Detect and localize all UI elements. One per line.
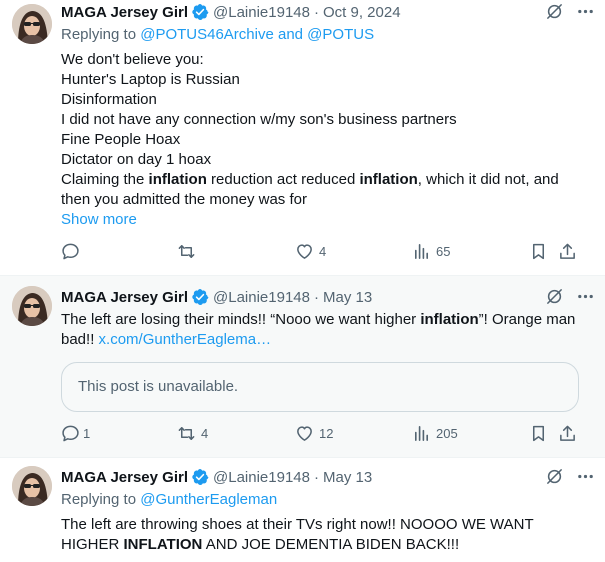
tweet-1[interactable]: MAGA Jersey Girl @Lainie19148 · Oct 9, 2… <box>0 0 605 276</box>
repost-button[interactable]: 4 <box>177 424 208 443</box>
verified-badge-icon[interactable] <box>191 3 209 21</box>
external-link[interactable]: x.com/GuntherEaglema… <box>99 331 272 348</box>
show-more-link[interactable]: Show more <box>61 210 591 230</box>
tweet-2[interactable]: MAGA Jersey Girl @Lainie19148 · May 13 T… <box>0 276 605 458</box>
action-bar: 4 65 <box>61 242 587 262</box>
grok-icon[interactable] <box>545 2 564 21</box>
header-actions <box>545 2 595 21</box>
text-line: I did not have any connection w/my son's… <box>61 111 457 128</box>
tweet-header: MAGA Jersey Girl @Lainie19148 · May 13 <box>61 467 605 487</box>
like-button[interactable]: 4 <box>295 242 326 261</box>
author-name[interactable]: MAGA Jersey Girl <box>61 469 188 486</box>
text-line: We don't believe you: <box>61 51 204 68</box>
text-line: Fine People Hoax <box>61 131 181 148</box>
separator-dot: · <box>313 3 319 21</box>
share-icon <box>558 242 577 261</box>
view-count: 205 <box>436 426 458 441</box>
text-segment: Claiming the <box>61 171 149 188</box>
text-line: Disinformation <box>61 91 157 108</box>
tweet-header: MAGA Jersey Girl @Lainie19148 · May 13 <box>61 287 605 307</box>
tweet-text: The left are throwing shoes at their TVs… <box>61 515 561 555</box>
text-segment: , which it did not, and <box>417 171 559 188</box>
like-button[interactable]: 12 <box>295 424 333 443</box>
author-handle[interactable]: @Lainie19148 <box>213 4 310 21</box>
verified-badge-icon[interactable] <box>191 468 209 486</box>
share-icon <box>558 424 577 443</box>
reply-icon <box>61 424 80 443</box>
share-button[interactable] <box>558 424 577 443</box>
avatar[interactable] <box>12 466 52 506</box>
more-icon[interactable] <box>576 287 595 306</box>
tweet-text: The left are losing their minds!! “Nooo … <box>61 310 591 350</box>
bookmark-button[interactable] <box>529 424 548 443</box>
more-icon[interactable] <box>576 2 595 21</box>
tweet-date[interactable]: May 13 <box>323 289 372 306</box>
like-icon <box>295 424 314 443</box>
bookmark-button[interactable] <box>529 242 548 261</box>
repost-button[interactable] <box>177 242 201 261</box>
repost-count: 4 <box>201 426 209 441</box>
timeline-feed: MAGA Jersey Girl @Lainie19148 · Oct 9, 2… <box>0 0 605 562</box>
highlighted-term: inflation <box>148 171 207 188</box>
views-icon <box>412 242 431 261</box>
author-name[interactable]: MAGA Jersey Girl <box>61 289 188 306</box>
text-line: Dictator on day 1 hoax <box>61 151 212 168</box>
repost-icon <box>177 242 196 261</box>
quoted-post-unavailable: This post is unavailable. <box>61 362 579 412</box>
highlighted-term: inflation <box>359 171 418 188</box>
separator-dot: · <box>313 468 319 486</box>
replying-to: Replying to @GuntherEagleman <box>61 491 277 508</box>
text-segment: The left are losing their minds!! “Nooo … <box>61 311 421 328</box>
view-count: 65 <box>436 244 451 259</box>
author-name[interactable]: MAGA Jersey Girl <box>61 4 188 21</box>
highlighted-term: inflation <box>420 311 479 328</box>
views-button[interactable]: 65 <box>412 242 450 261</box>
views-button[interactable]: 205 <box>412 424 458 443</box>
views-icon <box>412 424 431 443</box>
header-actions <box>545 287 595 306</box>
replying-to-link[interactable]: @POTUS46Archive and @POTUS <box>140 26 374 43</box>
reply-button[interactable]: 1 <box>61 424 90 443</box>
avatar[interactable] <box>12 286 52 326</box>
header-actions <box>545 467 595 486</box>
more-icon[interactable] <box>576 467 595 486</box>
replying-to: Replying to @POTUS46Archive and @POTUS <box>61 26 374 43</box>
text-line: Claiming the inflation reduction act red… <box>61 170 591 190</box>
separator-dot: · <box>313 288 319 306</box>
highlighted-term: INFLATION <box>123 536 203 553</box>
share-button[interactable] <box>558 242 577 261</box>
bookmark-icon <box>529 242 548 261</box>
replying-prefix: Replying to <box>61 26 137 43</box>
grok-icon[interactable] <box>545 467 564 486</box>
like-count: 4 <box>319 244 327 259</box>
replying-to-link[interactable]: @GuntherEagleman <box>140 491 277 508</box>
bookmark-icon <box>529 424 548 443</box>
avatar[interactable] <box>12 4 52 44</box>
reply-icon <box>61 242 80 261</box>
text-segment: AND JOE DEMENTIA BIDEN BACK!!! <box>202 536 460 553</box>
author-handle[interactable]: @Lainie19148 <box>213 289 310 306</box>
action-bar: 1 4 12 205 <box>61 424 587 444</box>
like-icon <box>295 242 314 261</box>
tweet-3[interactable]: MAGA Jersey Girl @Lainie19148 · May 13 R… <box>0 458 605 562</box>
grok-icon[interactable] <box>545 287 564 306</box>
tweet-date[interactable]: Oct 9, 2024 <box>323 4 401 21</box>
reply-count: 1 <box>83 426 91 441</box>
tweet-header: MAGA Jersey Girl @Lainie19148 · Oct 9, 2… <box>61 2 605 22</box>
text-line: then you admitted the money was for <box>61 191 307 208</box>
tweet-date[interactable]: May 13 <box>323 469 372 486</box>
replying-prefix: Replying to <box>61 491 137 508</box>
text-line: Hunter's Laptop is Russian <box>61 71 240 88</box>
verified-badge-icon[interactable] <box>191 288 209 306</box>
text-segment: reduction act reduced <box>206 171 360 188</box>
like-count: 12 <box>319 426 334 441</box>
tweet-text: We don't believe you: Hunter's Laptop is… <box>61 50 591 230</box>
quote-text: This post is unavailable. <box>78 378 239 395</box>
author-handle[interactable]: @Lainie19148 <box>213 469 310 486</box>
reply-button[interactable] <box>61 242 85 261</box>
repost-icon <box>177 424 196 443</box>
